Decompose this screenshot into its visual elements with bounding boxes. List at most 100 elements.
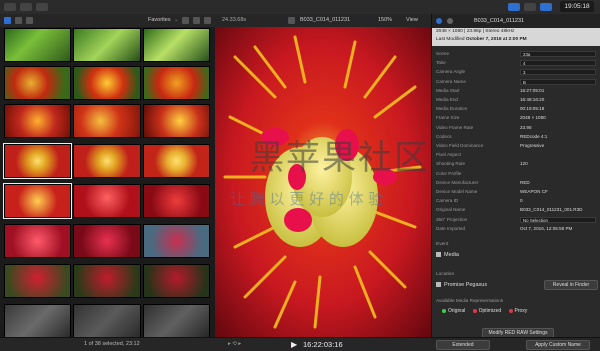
inspector-format: 2048 × 1080 | 23.98p | Stereo 48kHz xyxy=(436,29,515,34)
clip-thumbnail[interactable] xyxy=(73,144,141,178)
inspector-row-label: Scene xyxy=(436,51,450,56)
clip-thumbnail[interactable] xyxy=(73,184,141,218)
inspector-title: B033_C014_011231 xyxy=(474,18,525,24)
clip-thumbnail[interactable] xyxy=(73,28,141,62)
reveal-in-finder-button[interactable]: Reveal in Finder xyxy=(544,280,598,290)
clip-thumbnail[interactable] xyxy=(4,28,72,62)
clip-thumbnail[interactable] xyxy=(142,144,210,178)
photos-icon[interactable] xyxy=(15,17,22,24)
titles-icon[interactable] xyxy=(26,17,33,24)
original-status-icon xyxy=(442,308,446,313)
clip-thumbnail[interactable] xyxy=(73,66,141,100)
inspector-row-label: Pixel Aspect xyxy=(436,152,462,158)
clip-appearance-icon[interactable] xyxy=(182,17,189,24)
inspector-row-label: Device Manufacturer xyxy=(436,179,479,185)
inspector-row: Scene 23a xyxy=(436,50,597,58)
clip-thumbnail[interactable] xyxy=(4,66,72,100)
toolbar-timecode: 19:05:18 xyxy=(560,1,594,12)
inspector-row-field[interactable]: No Selection xyxy=(520,216,596,223)
optimized-status-icon xyxy=(472,308,477,313)
clip-thumbnail-selected[interactable] xyxy=(2,143,73,179)
clip-thumbnail[interactable] xyxy=(73,224,141,258)
inspector-row: Codecs REDcode 4:1 xyxy=(436,133,597,141)
optimized-label: Optimized xyxy=(478,308,502,314)
inspector-row: Date Imported Oct 7, 2016, 12:05:58 PM xyxy=(436,225,597,233)
inspector-row: Device Model Name WEAPON CF xyxy=(436,188,597,196)
clip-thumbnail[interactable] xyxy=(73,264,141,298)
watermark-title: 黑苹果社区 xyxy=(250,138,430,178)
inspector-row-value: 0 xyxy=(520,198,523,204)
inspector-row-label: Media Duration xyxy=(436,106,468,112)
selection-status: 1 of 38 selected, 23:12 xyxy=(84,341,140,347)
inspector-row-field[interactable]: 23a xyxy=(520,51,596,57)
inspector-row-value: REDcode 4:1 xyxy=(520,133,548,139)
media-reps: Original Optimized Proxy xyxy=(442,308,527,314)
inspector-row-value: WEAPON CF xyxy=(520,189,548,194)
bottom-bar: 1 of 38 selected, 23:12 ▸ ⟲ ▸ ▶ 16:22:03… xyxy=(0,337,600,351)
inspector-row: Video Frame Rate 23.98 xyxy=(436,124,597,132)
inspector-row-label: Camera ID xyxy=(436,198,459,204)
viewer-thumb-icon[interactable] xyxy=(288,17,295,24)
layout-browser-icon[interactable] xyxy=(508,3,520,11)
info-tab-icon[interactable] xyxy=(436,18,442,24)
clip-thumbnail-selected[interactable] xyxy=(2,183,73,219)
extended-dropdown[interactable]: Extended xyxy=(436,340,490,350)
chevron-down-icon: ⌄ xyxy=(174,17,179,23)
inspector-row-label: Date Imported xyxy=(436,225,466,231)
clip-thumbnail[interactable] xyxy=(4,104,72,138)
playback-controls-icon[interactable]: ▸ ⟲ ▸ xyxy=(228,338,241,351)
layout-inspector-icon[interactable] xyxy=(540,3,552,11)
inspector-row-field[interactable]: 3 xyxy=(520,69,596,76)
inspector-row-field[interactable]: B xyxy=(520,78,596,85)
inspector-row: Media Start 16:27:05:01 xyxy=(436,87,597,95)
zoom-dropdown[interactable]: 150% xyxy=(378,14,392,27)
view-menu[interactable]: View xyxy=(406,14,418,27)
clip-thumbnail[interactable] xyxy=(4,304,72,337)
event-value: Media xyxy=(444,252,459,258)
clip-thumbnail[interactable] xyxy=(4,264,72,298)
filter-dropdown[interactable]: Favorites xyxy=(148,14,171,27)
inspector-row-label: Camera Angle xyxy=(436,69,466,75)
clip-thumbnail[interactable] xyxy=(73,304,141,337)
library-icon[interactable] xyxy=(4,3,16,11)
inspector-row-value: RED xyxy=(520,179,530,185)
viewer-image xyxy=(215,27,431,337)
clip-thumbnail[interactable] xyxy=(142,184,210,218)
inspector-tabs: B033_C014_011231 xyxy=(432,14,600,29)
layout-timeline-icon[interactable] xyxy=(524,3,536,11)
inspector-row-value: Oct 7, 2016, 12:05:58 PM xyxy=(520,225,573,231)
inspector-row: Video Field Dominance Progressive xyxy=(436,142,597,150)
clip-thumbnail[interactable] xyxy=(73,104,141,138)
browser-icon[interactable] xyxy=(4,17,11,24)
clip-thumbnail[interactable] xyxy=(4,224,72,258)
clip-thumbnail[interactable] xyxy=(142,264,210,298)
viewer-timecode: 16:22:03:16 xyxy=(303,340,343,349)
inspector-row-field[interactable]: 4 xyxy=(520,60,596,67)
inspector-row: Camera Name B xyxy=(436,78,597,86)
keywords-icon[interactable] xyxy=(20,3,32,11)
modified-value: October 7, 2016 at 2:00 PM xyxy=(465,37,527,42)
effects-icon[interactable] xyxy=(36,3,48,11)
apply-custom-name-button[interactable]: Apply Custom Name xyxy=(526,340,590,350)
modify-red-raw-button[interactable]: Modify RED RAW Settings xyxy=(482,328,554,337)
search-icon[interactable] xyxy=(204,17,211,24)
clip-thumbnail[interactable] xyxy=(142,28,210,62)
watermark-subtitle: 让 腾 以 更 好 的 体 验 xyxy=(230,190,384,208)
proxy-status-icon xyxy=(508,308,513,313)
play-button[interactable]: ▶ xyxy=(291,338,297,351)
event-row: Media xyxy=(436,252,459,258)
inspector-row: Camera Angle 3 xyxy=(436,68,597,76)
inspector-row: 360° Projection No Selection xyxy=(436,216,597,224)
clip-thumbnail[interactable] xyxy=(142,224,210,258)
viewer[interactable] xyxy=(215,27,431,337)
clip-thumbnail[interactable] xyxy=(142,104,210,138)
filmstrip-icon[interactable] xyxy=(193,17,200,24)
location-value: Promise Pegasus xyxy=(444,282,488,288)
clip-thumbnail[interactable] xyxy=(142,304,210,337)
inspector-row: Take 4 xyxy=(436,59,597,67)
share-tab-icon[interactable] xyxy=(447,18,453,24)
clip-thumbnail[interactable] xyxy=(142,66,210,100)
inspector-row-label: Video Field Dominance xyxy=(436,143,484,148)
inspector-row-label: Shooting Rate xyxy=(436,161,466,167)
proxy-label: Proxy xyxy=(514,308,528,314)
